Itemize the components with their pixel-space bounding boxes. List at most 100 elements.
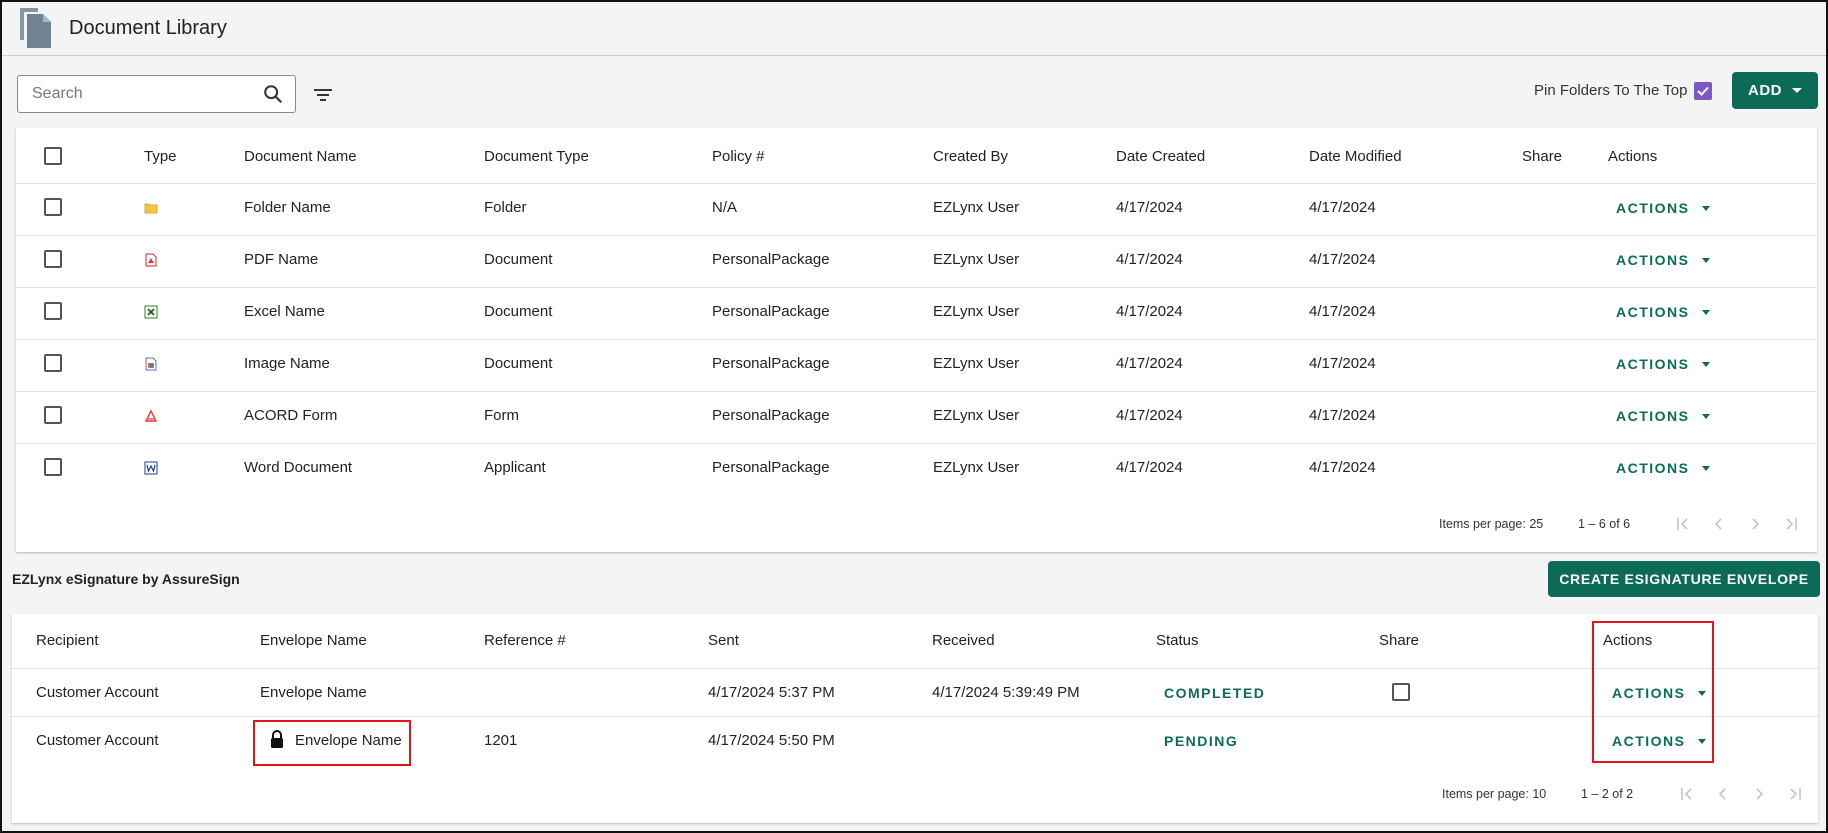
- pin-folders-label: Pin Folders To The Top: [1534, 82, 1688, 99]
- column-header-recipient: Recipient: [36, 632, 99, 649]
- pin-folders-checkbox[interactable]: [1694, 82, 1712, 100]
- share-checkbox[interactable]: [1392, 683, 1410, 701]
- row-actions-button[interactable]: ACTIONS: [1616, 356, 1710, 372]
- row-actions-button[interactable]: ACTIONS: [1616, 200, 1710, 216]
- actions-label: ACTIONS: [1616, 200, 1690, 216]
- column-header-created-by: Created By: [933, 148, 1009, 165]
- caret-down-icon: [1697, 738, 1706, 744]
- row-divider: [16, 339, 1817, 340]
- next-page-icon[interactable]: [1746, 515, 1764, 533]
- select-all-checkbox[interactable]: [44, 147, 62, 165]
- column-header-received: Received: [932, 632, 995, 649]
- caret-down-icon: [1697, 690, 1706, 696]
- document-type: Applicant: [484, 459, 546, 476]
- search-box: [17, 75, 296, 113]
- policy-number: PersonalPackage: [712, 303, 830, 320]
- envelope-name[interactable]: Envelope Name: [260, 684, 367, 701]
- column-header-policy: Policy #: [712, 148, 765, 165]
- actions-label: ACTIONS: [1616, 408, 1690, 424]
- created-by: EZLynx User: [933, 407, 1020, 424]
- policy-number: PersonalPackage: [712, 355, 830, 372]
- row-divider: [16, 235, 1817, 236]
- actions-label: ACTIONS: [1616, 460, 1690, 476]
- document-name[interactable]: ACORD Form: [244, 407, 337, 424]
- row-divider: [16, 391, 1817, 392]
- column-header-status: Status: [1156, 632, 1199, 649]
- create-esignature-envelope-button[interactable]: CREATE ESIGNATURE ENVELOPE: [1548, 561, 1820, 597]
- document-name[interactable]: Folder Name: [244, 199, 331, 216]
- policy-number: PersonalPackage: [712, 459, 830, 476]
- row-checkbox[interactable]: [44, 302, 62, 320]
- esignature-section-title: EZLynx eSignature by AssureSign: [12, 571, 240, 587]
- add-button[interactable]: ADD: [1732, 72, 1818, 109]
- row-actions-button[interactable]: ACTIONS: [1612, 733, 1706, 749]
- search-icon[interactable]: [262, 83, 284, 105]
- status-badge: PENDING: [1164, 733, 1239, 749]
- column-header-document-name: Document Name: [244, 148, 357, 165]
- row-actions-button[interactable]: ACTIONS: [1616, 460, 1710, 476]
- row-checkbox[interactable]: [44, 406, 62, 424]
- caret-down-icon: [1701, 361, 1710, 367]
- column-header-type: Type: [144, 148, 177, 165]
- documents-table: Type Document Name Document Type Policy …: [16, 128, 1817, 552]
- row-divider: [16, 287, 1817, 288]
- actions-label: ACTIONS: [1616, 252, 1690, 268]
- row-checkbox[interactable]: [44, 198, 62, 216]
- row-actions-button[interactable]: ACTIONS: [1612, 685, 1706, 701]
- caret-down-icon: [1701, 257, 1710, 263]
- page-title: Document Library: [69, 17, 227, 39]
- date-modified: 4/17/2024: [1309, 199, 1376, 216]
- last-page-icon[interactable]: [1786, 785, 1804, 803]
- column-header-date-created: Date Created: [1116, 148, 1206, 165]
- date-modified: 4/17/2024: [1309, 459, 1376, 476]
- lock-icon: [271, 730, 283, 748]
- document-name[interactable]: Excel Name: [244, 303, 325, 320]
- document-type: Document: [484, 251, 553, 268]
- filter-icon[interactable]: [311, 83, 335, 107]
- date-created: 4/17/2024: [1116, 251, 1183, 268]
- column-header-reference: Reference #: [484, 632, 566, 649]
- row-checkbox[interactable]: [44, 250, 62, 268]
- previous-page-icon[interactable]: [1710, 515, 1728, 533]
- document-type: Form: [484, 407, 519, 424]
- date-created: 4/17/2024: [1116, 459, 1183, 476]
- document-stack-icon: [20, 8, 51, 48]
- created-by: EZLynx User: [933, 459, 1020, 476]
- first-page-icon[interactable]: [1678, 785, 1696, 803]
- caret-down-icon: [1701, 465, 1710, 471]
- document-type: Folder: [484, 199, 527, 216]
- first-page-icon[interactable]: [1674, 515, 1692, 533]
- next-page-icon[interactable]: [1750, 785, 1768, 803]
- page-range-label: 1 – 2 of 2: [1581, 787, 1634, 801]
- row-actions-button[interactable]: ACTIONS: [1616, 252, 1710, 268]
- recipient: Customer Account: [36, 732, 159, 749]
- column-header-share: Share: [1379, 632, 1420, 649]
- row-actions-button[interactable]: ACTIONS: [1616, 304, 1710, 320]
- date-created: 4/17/2024: [1116, 199, 1183, 216]
- document-name[interactable]: PDF Name: [244, 251, 318, 268]
- actions-label: ACTIONS: [1616, 304, 1690, 320]
- excel-icon: [144, 305, 158, 319]
- page-range-label: 1 – 6 of 6: [1578, 517, 1631, 531]
- column-header-envelope-name: Envelope Name: [260, 632, 367, 649]
- date-modified: 4/17/2024: [1309, 407, 1376, 424]
- row-checkbox[interactable]: [44, 354, 62, 372]
- search-input[interactable]: [18, 76, 258, 112]
- received-date: 4/17/2024 5:39:49 PM: [932, 684, 1080, 701]
- esignature-table: Recipient Envelope Name Reference # Sent…: [12, 614, 1818, 823]
- previous-page-icon[interactable]: [1714, 785, 1732, 803]
- caret-down-icon: [1701, 309, 1710, 315]
- column-header-document-type: Document Type: [484, 148, 589, 165]
- created-by: EZLynx User: [933, 251, 1020, 268]
- row-actions-button[interactable]: ACTIONS: [1616, 408, 1710, 424]
- date-created: 4/17/2024: [1116, 303, 1183, 320]
- document-type: Document: [484, 355, 553, 372]
- document-name[interactable]: Word Document: [244, 459, 352, 476]
- app-window: Document Library Pin Folders To The Top …: [0, 0, 1828, 833]
- recipient: Customer Account: [36, 684, 159, 701]
- last-page-icon[interactable]: [1782, 515, 1800, 533]
- row-checkbox[interactable]: [44, 458, 62, 476]
- row-divider: [12, 716, 1818, 717]
- document-name[interactable]: Image Name: [244, 355, 330, 372]
- envelope-name[interactable]: Envelope Name: [295, 732, 402, 749]
